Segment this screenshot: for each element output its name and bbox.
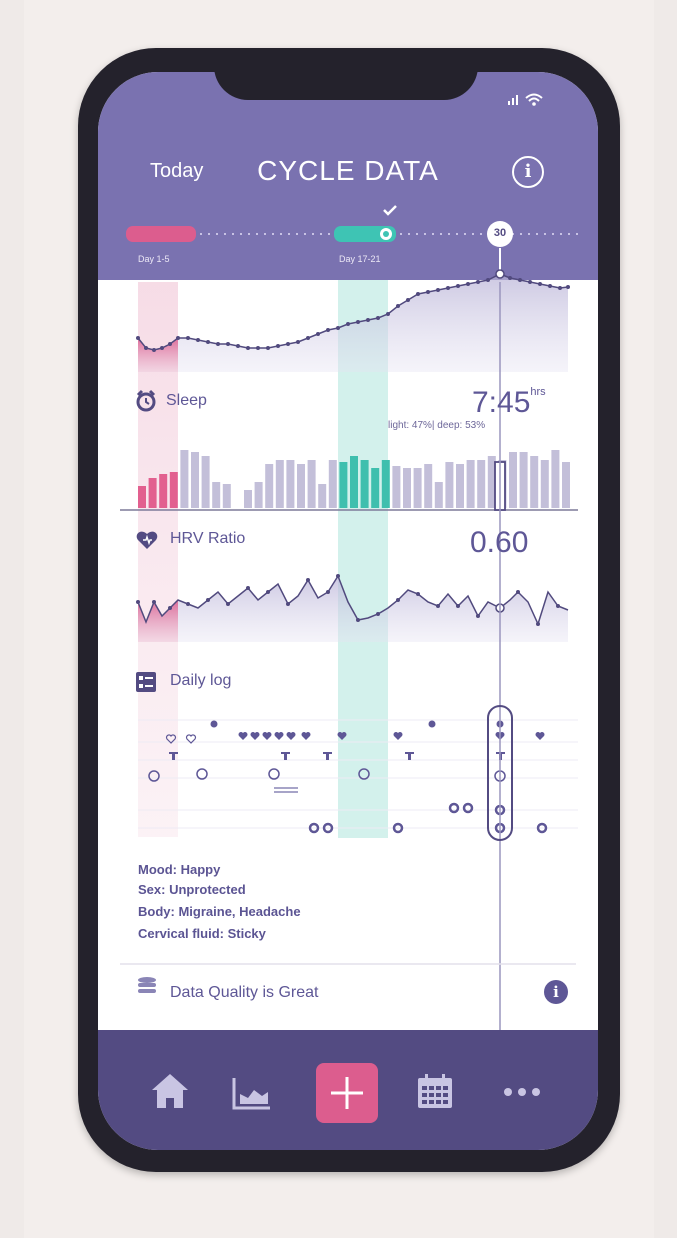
sleep-bar	[392, 466, 401, 508]
sleep-bar	[530, 456, 539, 508]
sleep-bar	[286, 460, 295, 508]
log-sex: Sex: Unprotected	[138, 882, 246, 897]
mood-markers	[148, 768, 506, 782]
home-icon[interactable]	[150, 1072, 190, 1110]
sleep-bar	[551, 450, 560, 508]
app-screen: Today CYCLE DATA i Day 1-5 Day 17-21 30	[98, 72, 598, 1150]
heart-markers	[238, 731, 545, 740]
sleep-bar	[477, 460, 486, 508]
add-button[interactable]	[316, 1063, 378, 1123]
sleep-bar	[254, 482, 263, 508]
sleep-bar	[275, 460, 284, 508]
database-icon	[138, 977, 156, 993]
sleep-bar	[424, 464, 433, 508]
sleep-bar	[222, 484, 231, 508]
sleep-bar	[371, 468, 380, 508]
lines-marker	[274, 787, 298, 793]
sleep-bar	[413, 468, 422, 508]
figure-markers	[169, 752, 505, 760]
log-cervical-fluid: Cervical fluid: Sticky	[138, 926, 266, 941]
calendar-icon[interactable]	[416, 1074, 454, 1110]
chart-icon[interactable]	[232, 1076, 272, 1110]
sleep-bar	[191, 452, 199, 508]
sleep-bar	[540, 460, 549, 508]
sleep-bar	[350, 456, 358, 508]
sleep-bar	[244, 490, 252, 508]
sleep-bar	[148, 478, 157, 508]
sleep-bar	[212, 482, 221, 508]
info-icon[interactable]: i	[544, 980, 568, 1004]
sleep-bar	[297, 464, 305, 508]
tab-bar	[98, 1030, 598, 1150]
sleep-bar	[328, 460, 337, 508]
sleep-bar	[381, 460, 390, 508]
sleep-bar	[159, 474, 168, 508]
sleep-bar	[403, 468, 411, 508]
sleep-bar	[456, 464, 464, 508]
sleep-bar	[519, 452, 528, 508]
sleep-detail: light: 47%| deep: 53%	[388, 420, 486, 431]
phone-notch	[214, 48, 478, 100]
sleep-bar	[445, 462, 454, 508]
sleep-bar	[466, 460, 475, 508]
hrv-value: 0.60	[470, 526, 529, 559]
sleep-bar	[169, 472, 178, 508]
daily-log-label: Daily log	[170, 672, 232, 689]
log-body: Body: Migraine, Headache	[138, 904, 301, 919]
hrv-label: HRV Ratio	[170, 530, 246, 547]
sleep-bar	[318, 484, 327, 508]
more-icon[interactable]	[502, 1086, 542, 1098]
sleep-bar	[180, 450, 189, 508]
sleep-bar	[434, 482, 443, 508]
sleep-bar	[201, 456, 210, 508]
add-icon	[331, 1077, 363, 1109]
sleep-bar	[509, 452, 517, 508]
log-mood: Mood: Happy	[138, 862, 221, 877]
sleep-bar	[307, 460, 316, 508]
checklist-icon	[136, 672, 156, 692]
sleep-bar	[360, 460, 369, 508]
sleep-label: Sleep	[166, 392, 207, 409]
data-quality-label: Data Quality is Great	[170, 984, 319, 1001]
sleep-bar	[562, 462, 570, 508]
sleep-bar	[138, 486, 146, 508]
sleep-bar	[339, 462, 348, 508]
sleep-bar	[265, 464, 274, 508]
sleep-value: 7:45hrs	[472, 386, 546, 419]
